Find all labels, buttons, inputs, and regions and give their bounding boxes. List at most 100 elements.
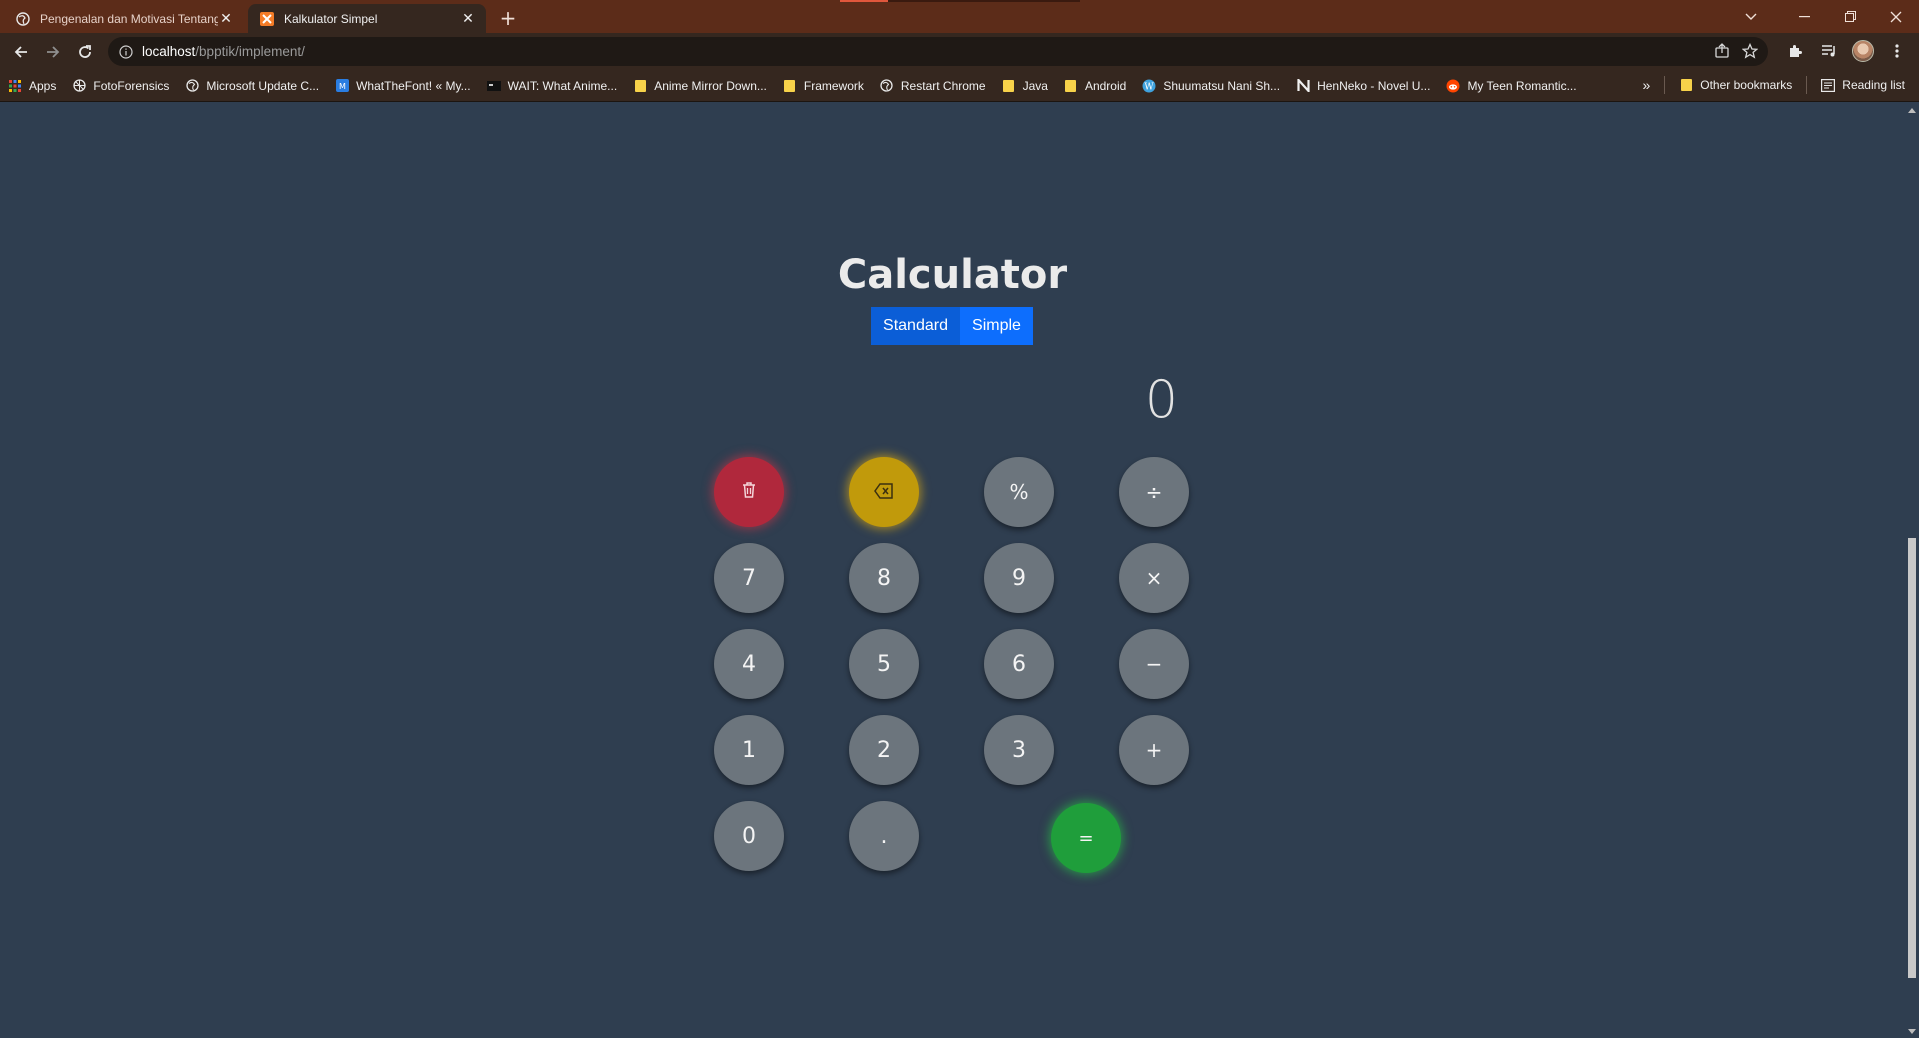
bookmark-wait[interactable]: WAIT: What Anime... bbox=[479, 74, 626, 98]
reading-list-button[interactable]: Reading list bbox=[1813, 73, 1913, 97]
bookmark-henneko[interactable]: HenNeko - Novel U... bbox=[1288, 74, 1438, 98]
bookmark-shuumatsu[interactable]: W Shuumatsu Nani Sh... bbox=[1134, 74, 1288, 98]
bookmark-my-teen-romantic[interactable]: My Teen Romantic... bbox=[1438, 74, 1584, 98]
digit-7-button[interactable]: 7 bbox=[714, 543, 784, 613]
scroll-up-arrow-icon[interactable] bbox=[1908, 108, 1916, 113]
apps-grid-icon bbox=[8, 79, 22, 93]
divide-button[interactable]: ÷ bbox=[1119, 457, 1189, 527]
bookmark-label: Microsoft Update C... bbox=[206, 78, 320, 93]
tab-title: Kalkulator Simpel bbox=[284, 11, 378, 26]
share-icon[interactable] bbox=[1714, 43, 1730, 63]
restore-button[interactable] bbox=[1827, 3, 1873, 31]
mode-toggle-group: Standard Simple bbox=[871, 307, 1033, 345]
reddit-icon bbox=[1446, 79, 1460, 93]
scroll-down-arrow-icon[interactable] bbox=[1908, 1029, 1916, 1034]
plus-button[interactable]: + bbox=[1119, 715, 1189, 785]
bookmark-label: Other bookmarks bbox=[1700, 78, 1793, 92]
bookmarks-divider bbox=[1664, 76, 1666, 94]
bookmark-fotoforensics[interactable]: FotoForensics bbox=[64, 74, 177, 98]
profile-avatar[interactable] bbox=[1851, 39, 1875, 63]
digit-1-button[interactable]: 1 bbox=[714, 715, 784, 785]
bookmark-label: Framework bbox=[803, 78, 864, 93]
backspace-button[interactable] bbox=[849, 457, 919, 527]
bookmark-apps[interactable]: Apps bbox=[0, 74, 64, 98]
bookmark-label: HenNeko - Novel U... bbox=[1317, 78, 1431, 93]
multiply-label: × bbox=[1145, 566, 1163, 590]
minimize-button[interactable] bbox=[1781, 3, 1827, 31]
new-tab-button[interactable]: + bbox=[494, 4, 522, 32]
reload-button[interactable] bbox=[72, 39, 98, 65]
bookmark-star-icon[interactable] bbox=[1741, 42, 1759, 63]
window-controls bbox=[1733, 0, 1919, 33]
digit-3-button[interactable]: 3 bbox=[984, 715, 1054, 785]
backspace-icon bbox=[874, 480, 894, 505]
folder-icon bbox=[1679, 78, 1693, 92]
bookmark-label: Anime Mirror Down... bbox=[654, 78, 767, 93]
divide-label: ÷ bbox=[1145, 480, 1163, 504]
minus-button[interactable]: − bbox=[1119, 629, 1189, 699]
forward-button[interactable] bbox=[40, 39, 66, 65]
folder-icon bbox=[1064, 79, 1078, 93]
bookmark-other-bookmarks[interactable]: Other bookmarks bbox=[1671, 73, 1800, 97]
bookmark-whatthefont[interactable]: M WhatTheFont! « My... bbox=[327, 74, 478, 98]
bookmark-label: Android bbox=[1084, 78, 1127, 93]
browser-toolbar: localhost/bpptik/implement/ bbox=[0, 33, 1919, 70]
media-queue-icon[interactable] bbox=[1817, 39, 1841, 63]
folder-icon bbox=[633, 79, 647, 93]
bookmark-label: My Teen Romantic... bbox=[1467, 78, 1577, 93]
bookmark-anime-mirror[interactable]: Anime Mirror Down... bbox=[625, 74, 775, 98]
page-scrollbar[interactable] bbox=[1905, 102, 1919, 1038]
bookmark-label: Reading list bbox=[1842, 78, 1905, 92]
kebab-menu-icon[interactable] bbox=[1885, 39, 1909, 63]
tab-search-chevron-icon[interactable] bbox=[1733, 3, 1769, 31]
globe-icon bbox=[880, 79, 894, 93]
globe-icon bbox=[185, 79, 199, 93]
digit-5-button[interactable]: 5 bbox=[849, 629, 919, 699]
bookmark-microsoft-update[interactable]: Microsoft Update C... bbox=[177, 74, 327, 98]
omnibox-actions bbox=[1714, 42, 1759, 63]
henneko-icon bbox=[1296, 79, 1310, 93]
bookmarks-overflow-button[interactable]: » bbox=[1634, 73, 1658, 97]
bookmark-label: Restart Chrome bbox=[900, 78, 986, 93]
digit-4-button[interactable]: 4 bbox=[714, 629, 784, 699]
site-info-icon[interactable] bbox=[118, 44, 134, 60]
percent-button[interactable]: % bbox=[984, 457, 1054, 527]
url-host: localhost bbox=[142, 44, 196, 59]
digit-8-button[interactable]: 8 bbox=[849, 543, 919, 613]
calculator-display: 0 bbox=[1144, 370, 1178, 430]
fotoforensics-icon bbox=[72, 79, 86, 93]
scrollbar-thumb[interactable] bbox=[1908, 538, 1916, 978]
back-button[interactable] bbox=[8, 39, 34, 65]
tab-kalkulator[interactable]: Kalkulator Simpel ✕ bbox=[248, 4, 486, 33]
bookmark-label: WhatTheFont! « My... bbox=[356, 78, 471, 93]
multiply-button[interactable]: × bbox=[1119, 543, 1189, 613]
extensions-puzzle-icon[interactable] bbox=[1783, 39, 1807, 63]
simple-mode-button[interactable]: Simple bbox=[960, 307, 1033, 345]
folder-icon bbox=[1002, 79, 1016, 93]
globe-icon bbox=[16, 11, 30, 26]
bookmark-label: FotoForensics bbox=[93, 78, 170, 93]
tab-pengenalan[interactable]: Pengenalan dan Motivasi Tentang ✕ bbox=[4, 4, 244, 33]
tab-close-icon[interactable]: ✕ bbox=[218, 10, 234, 27]
digit-2-button[interactable]: 2 bbox=[849, 715, 919, 785]
bookmarks-right: » Other bookmarks Reading list bbox=[1634, 73, 1913, 97]
bookmarks-bar: Apps FotoForensics Microsoft Update C...… bbox=[0, 70, 1919, 102]
bookmark-restart-chrome[interactable]: Restart Chrome bbox=[872, 74, 994, 98]
clear-button[interactable] bbox=[714, 457, 784, 527]
address-bar[interactable]: localhost/bpptik/implement/ bbox=[108, 37, 1768, 66]
digit-0-button[interactable]: 0 bbox=[714, 801, 784, 871]
bookmark-framework[interactable]: Framework bbox=[775, 74, 872, 98]
bookmark-android[interactable]: Android bbox=[1056, 74, 1134, 98]
close-window-button[interactable] bbox=[1873, 3, 1919, 31]
page-content: Calculator Standard Simple 0 % ÷ 7 8 9 ×… bbox=[0, 102, 1905, 1038]
digit-9-button[interactable]: 9 bbox=[984, 543, 1054, 613]
overflow-chevron-icon: » bbox=[1642, 77, 1651, 93]
myfonts-icon: M bbox=[335, 79, 349, 93]
tab-close-icon[interactable]: ✕ bbox=[460, 10, 476, 27]
bookmark-java[interactable]: Java bbox=[994, 74, 1056, 98]
digit-6-button[interactable]: 6 bbox=[984, 629, 1054, 699]
equals-button[interactable]: = bbox=[1051, 803, 1121, 873]
standard-mode-button[interactable]: Standard bbox=[871, 307, 960, 345]
bookmark-label: Shuumatsu Nani Sh... bbox=[1163, 78, 1281, 93]
decimal-point-button[interactable]: . bbox=[849, 801, 919, 871]
